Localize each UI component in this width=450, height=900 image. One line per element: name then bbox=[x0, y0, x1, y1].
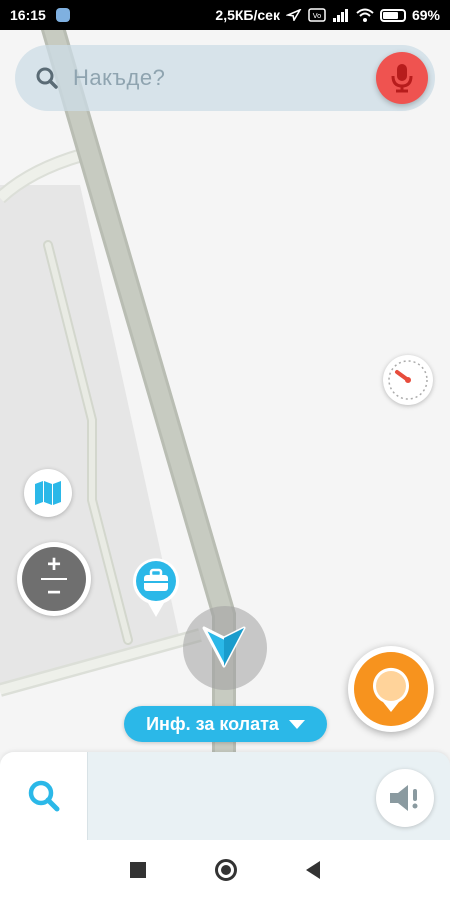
search-icon bbox=[28, 780, 59, 812]
bottom-search-button[interactable] bbox=[0, 752, 88, 840]
wifi-icon bbox=[356, 8, 374, 22]
car-info-button[interactable]: Инф. за колата bbox=[124, 706, 327, 742]
speaker-icon bbox=[390, 785, 418, 811]
location-icon bbox=[285, 9, 302, 21]
chevron-down-icon bbox=[288, 719, 305, 729]
zoom-in-button[interactable]: + bbox=[47, 553, 61, 577]
status-right: 2,5КБ/сек Vo 69% bbox=[215, 7, 440, 23]
map-icon bbox=[35, 481, 61, 505]
current-position-arrow-icon bbox=[202, 626, 246, 668]
system-nav-bar bbox=[0, 840, 450, 900]
volte-icon: Vo bbox=[308, 8, 326, 22]
zoom-control[interactable]: + − bbox=[17, 542, 91, 616]
recent-apps-button[interactable] bbox=[129, 862, 146, 878]
back-button[interactable] bbox=[306, 861, 321, 879]
bottom-bar bbox=[0, 752, 450, 840]
zoom-buttons: + − bbox=[22, 547, 86, 611]
network-speed: 2,5КБ/сек bbox=[215, 7, 280, 23]
speedometer-icon bbox=[388, 360, 428, 400]
battery-percent: 69% bbox=[411, 7, 440, 23]
work-location-pin[interactable] bbox=[131, 557, 181, 619]
car-info-label: Инф. за колата bbox=[146, 713, 279, 734]
home-button[interactable] bbox=[214, 859, 237, 881]
search-placeholder[interactable]: Накъде? bbox=[73, 65, 165, 91]
report-button[interactable] bbox=[348, 646, 434, 732]
zoom-out-button[interactable]: − bbox=[47, 581, 61, 605]
signal-icon bbox=[332, 9, 348, 22]
status-time: 16:15 bbox=[10, 7, 46, 23]
speedometer-button[interactable] bbox=[383, 355, 433, 405]
sound-settings-button[interactable] bbox=[376, 769, 434, 827]
voice-search-button[interactable] bbox=[376, 52, 428, 104]
status-bar: 16:15 2,5КБ/сек Vo 69% bbox=[0, 0, 450, 30]
battery-icon bbox=[379, 8, 406, 22]
search-icon bbox=[36, 67, 58, 89]
map-layers-button[interactable] bbox=[24, 469, 72, 517]
search-bar[interactable]: Накъде? bbox=[15, 45, 435, 111]
svg-text:Vo: Vo bbox=[313, 12, 322, 20]
report-button-inner bbox=[354, 652, 428, 726]
microphone-icon bbox=[391, 64, 413, 93]
report-icon bbox=[373, 667, 409, 712]
app-notification-icon bbox=[55, 8, 70, 22]
